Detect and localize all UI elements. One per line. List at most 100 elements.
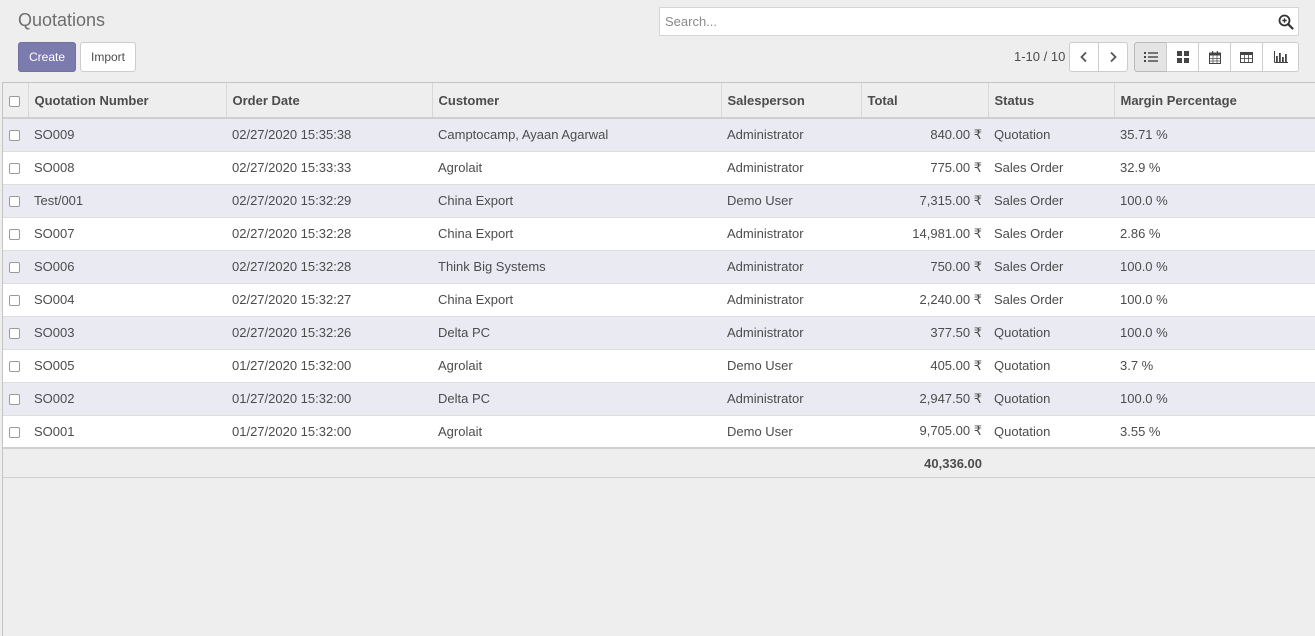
- cell-margin-percentage: 32.9 %: [1120, 160, 1161, 175]
- cell-total: 405.00 ₹: [930, 357, 982, 373]
- pivot-view-button[interactable]: [1230, 42, 1263, 72]
- cell-margin-percentage: 100.0 %: [1120, 391, 1168, 406]
- cell-order-date: 01/27/2020 15:32:00: [232, 391, 352, 406]
- kanban-view-icon: [1176, 51, 1189, 63]
- table-row[interactable]: SO001 01/27/2020 15:32:00 Agrolait Demo Use…: [3, 415, 1315, 448]
- cell-order-date: 02/27/2020 15:32:28: [232, 226, 352, 241]
- column-header-status[interactable]: Status: [988, 83, 1115, 119]
- table-row[interactable]: SO006 02/27/2020 15:32:28 Think Big System…: [3, 250, 1315, 283]
- cell-quotation-number: SO001: [34, 423, 75, 439]
- table-row[interactable]: SO004 02/27/2020 15:32:27 China Export Admi…: [3, 283, 1315, 316]
- search-bar: [659, 7, 1299, 36]
- cell-quotation-number: SO008: [34, 160, 75, 175]
- cell-margin-percentage: 100.0 %: [1120, 292, 1168, 307]
- table-row[interactable]: SO008 02/27/2020 15:33:33 Agrolait Administ…: [3, 151, 1315, 184]
- column-header-order-date[interactable]: Order Date: [226, 83, 433, 119]
- quotations-table: Quotation Number Order Date Customer Sal…: [3, 83, 1315, 478]
- pager-next-button[interactable]: [1098, 42, 1128, 72]
- list-view-button[interactable]: [1134, 42, 1167, 72]
- cell-status: Quotation: [994, 325, 1051, 340]
- column-header-salesperson[interactable]: Salesperson: [721, 83, 862, 119]
- cell-order-date: 02/27/2020 15:32:29: [232, 193, 352, 208]
- table-row[interactable]: SO009 02/27/2020 15:35:38 Camptocamp, Ayaa…: [3, 118, 1315, 151]
- list-view-icon: [1143, 52, 1158, 62]
- cell-order-date: 02/27/2020 15:35:38: [232, 127, 352, 143]
- graph-view-button[interactable]: [1262, 42, 1299, 72]
- cell-customer: Delta PC: [438, 391, 491, 406]
- cell-customer: Agrolait: [438, 358, 483, 373]
- cell-status: Quotation: [994, 358, 1051, 373]
- row-checkbox[interactable]: [3, 382, 28, 415]
- row-checkbox[interactable]: [3, 349, 28, 382]
- list-view: Quotation Number Order Date Customer Sal…: [2, 82, 1315, 636]
- kanban-view-button[interactable]: [1166, 42, 1199, 72]
- table-footer-row: 40,336.00: [3, 447, 1315, 478]
- cell-customer: Delta PC: [438, 325, 491, 340]
- cell-total: 750.00 ₹: [930, 258, 982, 274]
- cell-customer: China Export: [438, 193, 514, 208]
- pager-previous-button[interactable]: [1069, 42, 1099, 72]
- cell-quotation-number: SO006: [34, 259, 75, 274]
- cell-total: 14,981.00 ₹: [912, 225, 982, 241]
- pager-value[interactable]: 1-10 / 10: [1014, 49, 1065, 64]
- cell-salesperson: Administrator: [727, 259, 804, 274]
- cell-order-date: 02/27/2020 15:32:28: [232, 259, 352, 274]
- cell-status: Sales Order: [994, 160, 1064, 175]
- cell-status: Quotation: [994, 127, 1051, 143]
- row-checkbox[interactable]: [3, 151, 28, 184]
- cell-order-date: 02/27/2020 15:32:27: [232, 292, 352, 307]
- row-checkbox[interactable]: [3, 250, 28, 283]
- column-header-total[interactable]: Total: [861, 83, 989, 119]
- cell-order-date: 01/27/2020 15:32:00: [232, 423, 352, 439]
- column-header-margin-percentage[interactable]: Margin Percentage: [1114, 83, 1315, 119]
- table-row[interactable]: SO003 02/27/2020 15:32:26 Delta PC Administ…: [3, 316, 1315, 349]
- cell-customer: Think Big Systems: [438, 259, 546, 274]
- calendar-view-icon: [1208, 50, 1221, 64]
- cell-status: Sales Order: [994, 226, 1064, 241]
- cell-total: 377.50 ₹: [930, 324, 982, 340]
- cell-customer: Agrolait: [438, 423, 483, 439]
- calendar-view-button[interactable]: [1198, 42, 1231, 72]
- column-header-quotation-number[interactable]: Quotation Number: [28, 83, 227, 119]
- cell-total: 2,947.50 ₹: [919, 390, 983, 406]
- row-checkbox[interactable]: [3, 316, 28, 349]
- cell-customer: Agrolait: [438, 160, 483, 175]
- total-sum: 40,336.00: [861, 447, 988, 478]
- cell-salesperson: Administrator: [727, 391, 804, 406]
- cell-total: 7,315.00 ₹: [919, 192, 983, 208]
- table-row[interactable]: SO005 01/27/2020 15:32:00 Agrolait Demo Use…: [3, 349, 1315, 382]
- table-row[interactable]: SO002 01/27/2020 15:32:00 Delta PC Administ…: [3, 382, 1315, 415]
- cell-salesperson: Demo User: [727, 193, 793, 208]
- search-icon[interactable]: [1278, 14, 1294, 30]
- control-panel: Quotations Create Import 1-10 / 10: [0, 0, 1315, 82]
- cell-total: 775.00 ₹: [930, 159, 982, 175]
- cell-salesperson: Administrator: [727, 292, 804, 307]
- cell-total: 9,705.00 ₹: [919, 423, 983, 439]
- table-row[interactable]: Test/001 02/27/2020 15:32:29 China Export D…: [3, 184, 1315, 217]
- column-header-customer[interactable]: Customer: [432, 83, 722, 119]
- cell-margin-percentage: 35.71 %: [1120, 127, 1168, 143]
- cell-margin-percentage: 2.86 %: [1120, 226, 1161, 241]
- row-checkbox[interactable]: [3, 118, 28, 151]
- row-checkbox[interactable]: [3, 415, 28, 448]
- cell-customer: Camptocamp, Ayaan Agarwal: [438, 127, 609, 143]
- cell-quotation-number: SO002: [34, 391, 75, 406]
- row-checkbox[interactable]: [3, 283, 28, 316]
- cell-order-date: 02/27/2020 15:33:33: [232, 160, 352, 175]
- cell-total: 840.00 ₹: [930, 126, 982, 142]
- table-header-row: Quotation Number Order Date Customer Sal…: [3, 83, 1315, 119]
- cell-status: Quotation: [994, 423, 1051, 439]
- select-all-checkbox[interactable]: [3, 83, 29, 119]
- row-checkbox[interactable]: [3, 217, 28, 250]
- row-checkbox[interactable]: [3, 184, 28, 217]
- cell-status: Sales Order: [994, 292, 1064, 307]
- search-input[interactable]: [660, 8, 1270, 35]
- cell-margin-percentage: 3.7 %: [1120, 358, 1154, 373]
- create-button[interactable]: Create: [18, 42, 76, 72]
- import-button[interactable]: Import: [80, 42, 136, 72]
- cell-quotation-number: SO003: [34, 325, 75, 340]
- table-row[interactable]: SO007 02/27/2020 15:32:28 China Export Admi…: [3, 217, 1315, 250]
- cell-quotation-number: Test/001: [34, 193, 84, 208]
- cell-status: Sales Order: [994, 259, 1064, 274]
- cell-quotation-number: SO009: [34, 127, 75, 143]
